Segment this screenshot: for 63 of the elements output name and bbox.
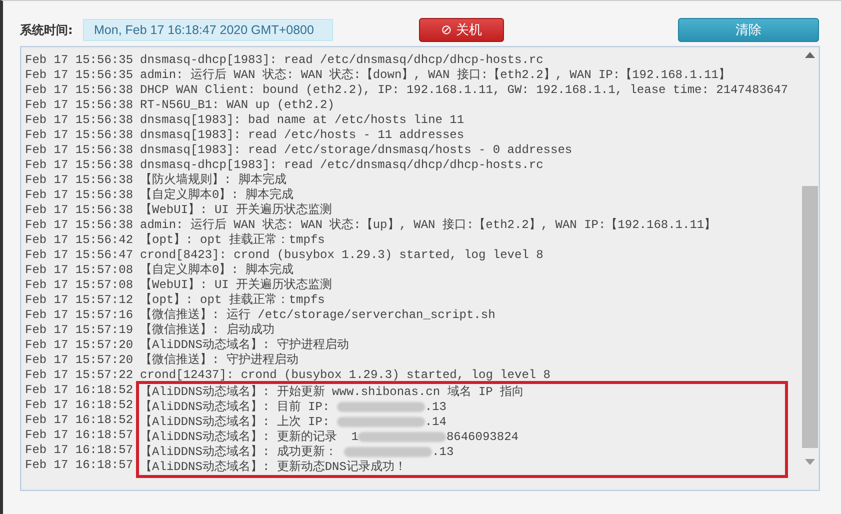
time-label: 系统时间: [20,22,74,38]
log-message: 【opt】: opt 挂载正常：tmpfs [140,233,326,248]
log-timestamp: Feb 17 15:56:38 [25,218,134,233]
log-message: 【AliDDNS动态域名】: 目前 IP: .13 [140,400,448,415]
log-timestamp: Feb 17 15:56:38 [25,113,134,128]
log-timestamp: Feb 17 16:18:57 [25,428,134,443]
log-timestamp: Feb 17 15:57:12 [25,293,134,308]
scroll-up-icon[interactable] [805,52,815,58]
log-message: 【微信推送】: 启动成功 [140,323,276,338]
log-timestamp: Feb 17 15:56:38 [25,188,134,203]
log-timestamp: Feb 17 15:57:08 [25,278,134,293]
log-message: dnsmasq-dhcp[1983]: read /etc/dnsmasq/dhcp/dhcp-hosts.rc [140,158,544,172]
log-message: 【自定义脚本0】: 脚本完成 [140,263,295,278]
log-message: dnsmasq-dhcp[1983]: read /etc/dnsmasq/dhcp/dhcp-hosts.rc [140,53,544,68]
log-message: crond[8423]: crond (busybox 1.29.3) started, log level 8 [140,248,544,262]
log-message: 【AliDDNS动态域名】: 成功更新： .13 [140,445,455,460]
log-message: 【AliDDNS动态域名】: 开始更新 www.shibonas.cn 域名 IP 指向 [140,385,526,400]
log-timestamp: Feb 17 15:57:22 [25,368,134,383]
scroll-down-icon[interactable] [805,459,815,465]
log-message: 【微信推送】: 运行 /etc/storage/serverchan_script.sh [140,308,496,323]
shutdown-button[interactable]: ⊘ 关机 [419,18,504,42]
log-timestamp: Feb 17 16:18:52 [25,383,134,398]
log-message: 【AliDDNS动态域名】: 上次 IP: .14 [140,415,448,430]
log-timestamp: Feb 17 15:56:38 [25,203,134,218]
log-timestamp: Feb 17 16:18:57 [25,458,134,473]
log-timestamp: Feb 17 15:57:19 [25,323,134,338]
log-timestamp: Feb 17 15:56:38 [25,128,134,143]
log-message: 【防火墙规则】: 脚本完成 [140,173,288,188]
log-message: dnsmasq[1983]: read /etc/hosts - 11 addresses [140,128,466,143]
log-message: crond[12437]: crond (busybox 1.29.3) started, log level 8 [140,368,552,383]
log-message: dnsmasq[1983]: bad name at /etc/hosts line 11 [140,113,466,128]
log-message: 【AliDDNS动态域名】: 守护进程启动 [140,338,350,353]
log-timestamp: Feb 17 15:56:38 [25,158,134,173]
log-timestamp: Feb 17 16:18:52 [25,398,134,413]
time-field: Mon, Feb 17 16:18:47 2020 GMT+0800 [83,19,333,41]
scrollbar[interactable] [802,48,818,489]
log-timestamp: Feb 17 15:56:47 [25,248,134,263]
log-message: 【微信推送】: 守护进程启动 [140,353,300,368]
log-timestamp: Feb 17 16:18:57 [25,443,134,458]
log-timestamp: Feb 17 15:57:20 [25,338,134,353]
log-timestamp: Feb 17 15:57:16 [25,308,134,323]
log-timestamp: Feb 17 15:56:38 [25,143,134,158]
log-timestamp: Feb 17 15:56:35 [25,53,134,68]
log-timestamp: Feb 17 15:56:38 [25,173,134,188]
log-message: RT-N56U_B1: WAN up (eth2.2) [140,98,336,113]
log-timestamp: Feb 17 16:18:52 [25,413,134,428]
log-message: 【WebUI】: UI 开关遍历状态监测 [140,278,334,293]
log-message: 【AliDDNS动态域名】: 更新动态DNS记录成功！ [140,460,408,475]
log-message: 【WebUI】: UI 开关遍历状态监测 [140,203,334,218]
log-message: 【opt】: opt 挂载正常：tmpfs [140,293,326,308]
log-timestamp: Feb 17 15:56:38 [25,83,134,98]
log-message: 【AliDDNS动态域名】: 更新的记录 1 8646093824 [140,430,520,445]
log-message: DHCP WAN Client: bound (eth2.2), IP: 192.168.1.11, GW: 192.168.1.1, lease time: 2147483647 [140,83,788,98]
log-message: dnsmasq[1983]: read /etc/storage/dnsmasq/hosts - 0 addresses [140,143,574,158]
log-timestamp: Feb 17 15:57:20 [25,353,134,368]
log-message: admin: 运行后 WAN 状态: WAN 状态:【down】, WAN 接口:【eth2.2】, WAN IP:【192.168.1.11】 [140,68,732,83]
log-message: 【自定义脚本0】: 脚本完成 [140,188,295,203]
log-timestamp: Feb 17 15:57:08 [25,263,134,278]
log-timestamp: Feb 17 15:56:38 [25,98,134,113]
log-timestamp: Feb 17 15:56:35 [25,68,134,83]
log-timestamp: Feb 17 15:56:42 [25,233,134,248]
clear-button[interactable]: 清除 [678,18,819,42]
log-message: admin: 运行后 WAN 状态: WAN 状态:【up】, WAN 接口:【eth2.2】, WAN IP:【192.168.1.11】 [140,218,718,233]
